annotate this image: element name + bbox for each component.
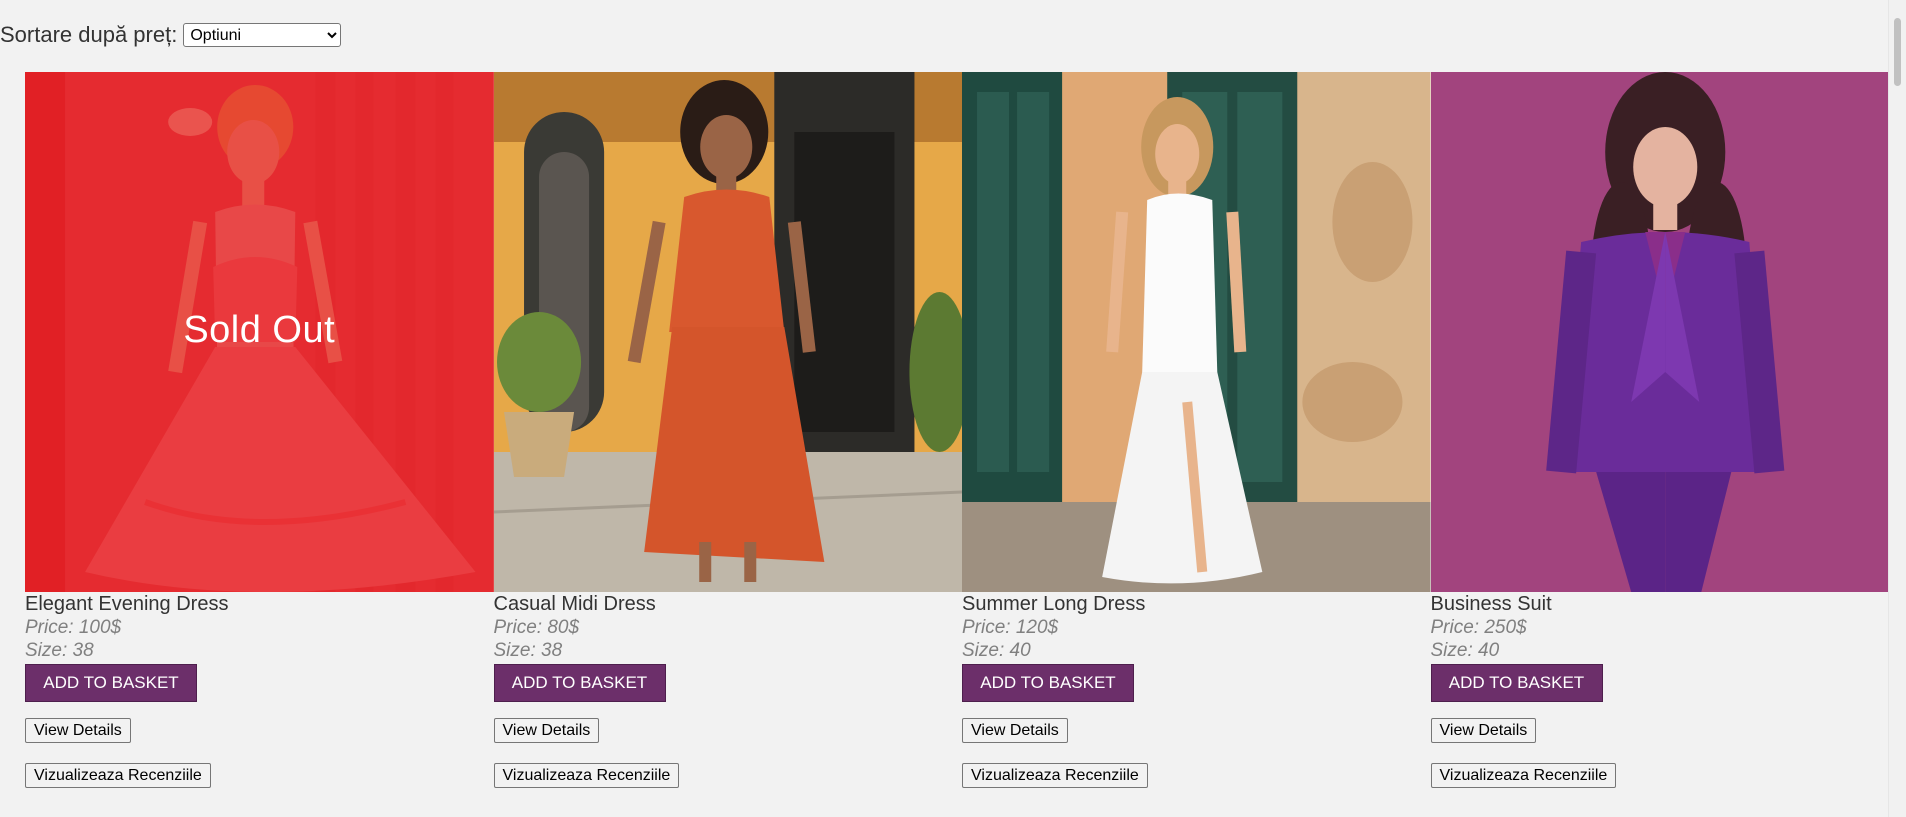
product-size: Size: 38 xyxy=(25,640,94,661)
product-image[interactable]: Sold Out xyxy=(25,72,494,592)
view-reviews-button[interactable]: Vizualizeaza Recenziile xyxy=(25,763,211,788)
scrollbar-thumb[interactable] xyxy=(1894,18,1901,86)
sort-label: Sortare după preț: xyxy=(0,22,178,47)
product-price: Price: 80$ xyxy=(493,617,580,638)
product-card: Business Suit Price: 250$ Size: 40 ADD T… xyxy=(1430,72,1899,788)
view-details-button[interactable]: View Details xyxy=(962,718,1068,743)
sort-select[interactable]: Optiuni xyxy=(183,23,342,47)
sold-out-label: Sold Out xyxy=(183,309,336,351)
product-name: Elegant Evening Dress xyxy=(25,593,229,615)
product-image[interactable] xyxy=(1430,72,1899,592)
purple-suit-photo xyxy=(1430,72,1899,592)
add-to-basket-button[interactable]: ADD TO BASKET xyxy=(962,664,1134,702)
product-card: Casual Midi Dress Price: 80$ Size: 38 AD… xyxy=(493,72,962,788)
product-size: Size: 38 xyxy=(493,640,563,661)
product-image[interactable] xyxy=(962,72,1431,592)
product-price: Price: 100$ xyxy=(25,617,122,638)
add-to-basket-button[interactable]: ADD TO BASKET xyxy=(25,664,197,702)
product-size: Size: 40 xyxy=(962,640,1031,661)
product-name: Business Suit xyxy=(1430,593,1552,615)
product-name: Casual Midi Dress xyxy=(493,593,656,615)
view-reviews-button[interactable]: Vizualizeaza Recenziile xyxy=(493,763,680,788)
product-card: Sold Out Elegant Evening Dress Price: 10… xyxy=(25,72,494,788)
white-long-dress-photo xyxy=(962,72,1431,592)
product-size: Size: 40 xyxy=(1430,640,1500,661)
product-card: Summer Long Dress Price: 120$ Size: 40 A… xyxy=(962,72,1431,788)
add-to-basket-button[interactable]: ADD TO BASKET xyxy=(1430,664,1603,702)
product-name: Summer Long Dress xyxy=(962,593,1146,615)
add-to-basket-button[interactable]: ADD TO BASKET xyxy=(493,664,666,702)
orange-midi-dress-photo xyxy=(493,72,962,592)
product-price: Price: 250$ xyxy=(1430,617,1527,638)
view-details-button[interactable]: View Details xyxy=(25,718,131,743)
sort-bar: Sortare după preț: Optiuni xyxy=(0,22,342,48)
product-image[interactable] xyxy=(493,72,962,592)
vertical-scrollbar[interactable] xyxy=(1888,0,1906,817)
view-details-button[interactable]: View Details xyxy=(493,718,600,743)
view-reviews-button[interactable]: Vizualizeaza Recenziile xyxy=(962,763,1148,788)
product-grid: Sold Out Elegant Evening Dress Price: 10… xyxy=(25,72,1899,788)
view-reviews-button[interactable]: Vizualizeaza Recenziile xyxy=(1430,763,1617,788)
product-price: Price: 120$ xyxy=(962,617,1059,638)
view-details-button[interactable]: View Details xyxy=(1430,718,1537,743)
